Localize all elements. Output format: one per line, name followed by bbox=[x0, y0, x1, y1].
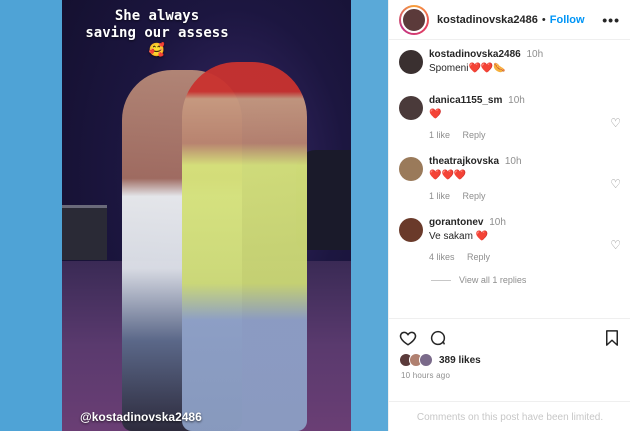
post-header: kostadinovska2486 • Follow ••• bbox=[389, 0, 630, 40]
view-replies-label: View all 1 replies bbox=[459, 275, 527, 285]
comment-time: 10h bbox=[526, 49, 544, 60]
header-separator: • bbox=[541, 13, 546, 26]
like-comment-heart-icon[interactable]: ♡ bbox=[610, 116, 621, 130]
background-left bbox=[0, 0, 62, 431]
follow-button[interactable]: Follow bbox=[550, 14, 585, 26]
comment-meta: 4 likes Reply bbox=[429, 250, 609, 264]
comment-text: Spomeni bbox=[429, 63, 469, 74]
avatar[interactable] bbox=[399, 218, 423, 242]
comment-username[interactable]: kostadinovska2486 bbox=[429, 49, 521, 60]
media-person-man bbox=[182, 62, 307, 431]
header-username[interactable]: kostadinovska2486 bbox=[437, 14, 538, 26]
like-comment-heart-icon[interactable]: ♡ bbox=[610, 177, 621, 191]
comment-text: Ve sakam bbox=[429, 231, 473, 242]
comment-likes[interactable]: 4 likes bbox=[429, 252, 455, 262]
comment-body: danica1155_sm 10h ❤️ 1 like Reply bbox=[429, 94, 609, 142]
post-time-ago: 10 hours ago bbox=[401, 371, 451, 380]
avatar bbox=[419, 353, 433, 367]
reply-button[interactable]: Reply bbox=[463, 191, 486, 201]
comment-emojis: ❤️ bbox=[475, 231, 489, 242]
comment-meta: 1 like Reply bbox=[429, 189, 609, 203]
comment-username[interactable]: gorantonev bbox=[429, 217, 483, 228]
likes-row: 389 likes bbox=[399, 353, 481, 367]
comment-icon[interactable] bbox=[429, 329, 447, 347]
caption-line-1: She always bbox=[114, 8, 200, 24]
comment-likes[interactable]: 1 like bbox=[429, 130, 450, 140]
comment-likes[interactable]: 1 like bbox=[429, 191, 450, 201]
comment-meta: 1 like Reply bbox=[429, 128, 609, 142]
post-actions: 389 likes 10 hours ago Comments on this … bbox=[389, 318, 630, 431]
comment-username[interactable]: theatrajkovska bbox=[429, 156, 499, 167]
reply-button[interactable]: Reply bbox=[467, 252, 490, 262]
background-gap bbox=[351, 0, 388, 431]
comment-body: theatrajkovska 10h ❤️❤️❤️ 1 like Reply bbox=[429, 155, 609, 203]
like-heart-icon[interactable] bbox=[399, 329, 417, 347]
more-options-icon[interactable]: ••• bbox=[602, 12, 620, 28]
view-replies-button[interactable]: View all 1 replies bbox=[431, 275, 526, 285]
post-side-panel: kostadinovska2486 • Follow ••• kostadino… bbox=[388, 0, 630, 431]
media-watermark: @kostadinovska2486 bbox=[80, 410, 202, 424]
media-speaker bbox=[62, 205, 107, 260]
replies-line bbox=[431, 279, 451, 281]
avatar[interactable] bbox=[399, 157, 423, 181]
comment-emojis: ❤️❤️❤️ bbox=[429, 170, 467, 181]
comment-time: 10h bbox=[508, 95, 525, 106]
caption-emoji: 🥰 bbox=[148, 43, 166, 58]
header-avatar[interactable] bbox=[399, 4, 429, 35]
comments-limited-notice: Comments on this post have been limited. bbox=[389, 401, 630, 423]
avatar[interactable] bbox=[399, 50, 423, 74]
media-caption: She always saving our assess 🥰 bbox=[62, 8, 252, 59]
comments-list: kostadinovska2486 10h Spomeni❤️❤️🌭 danic… bbox=[389, 44, 630, 314]
avatar[interactable] bbox=[399, 96, 423, 120]
save-bookmark-icon[interactable] bbox=[603, 329, 621, 347]
post-media[interactable]: She always saving our assess 🥰 @kostadin… bbox=[62, 0, 351, 431]
like-comment-heart-icon[interactable]: ♡ bbox=[610, 238, 621, 252]
caption-line-2: saving our assess bbox=[85, 25, 229, 41]
comment-body: gorantonev 10h Ve sakam ❤️ 4 likes Reply bbox=[429, 216, 609, 264]
action-icons-row bbox=[399, 329, 621, 351]
comment-body: kostadinovska2486 10h Spomeni❤️❤️🌭 bbox=[429, 48, 609, 76]
avatar bbox=[401, 6, 427, 33]
comment-emojis: ❤️❤️🌭 bbox=[468, 63, 506, 74]
comment-username[interactable]: danica1155_sm bbox=[429, 95, 502, 106]
comment-time: 10h bbox=[489, 217, 506, 228]
comment-emojis: ❤️ bbox=[429, 109, 442, 120]
likes-count[interactable]: 389 likes bbox=[439, 355, 481, 366]
comment-time: 10h bbox=[504, 156, 522, 167]
reply-button[interactable]: Reply bbox=[463, 130, 486, 140]
